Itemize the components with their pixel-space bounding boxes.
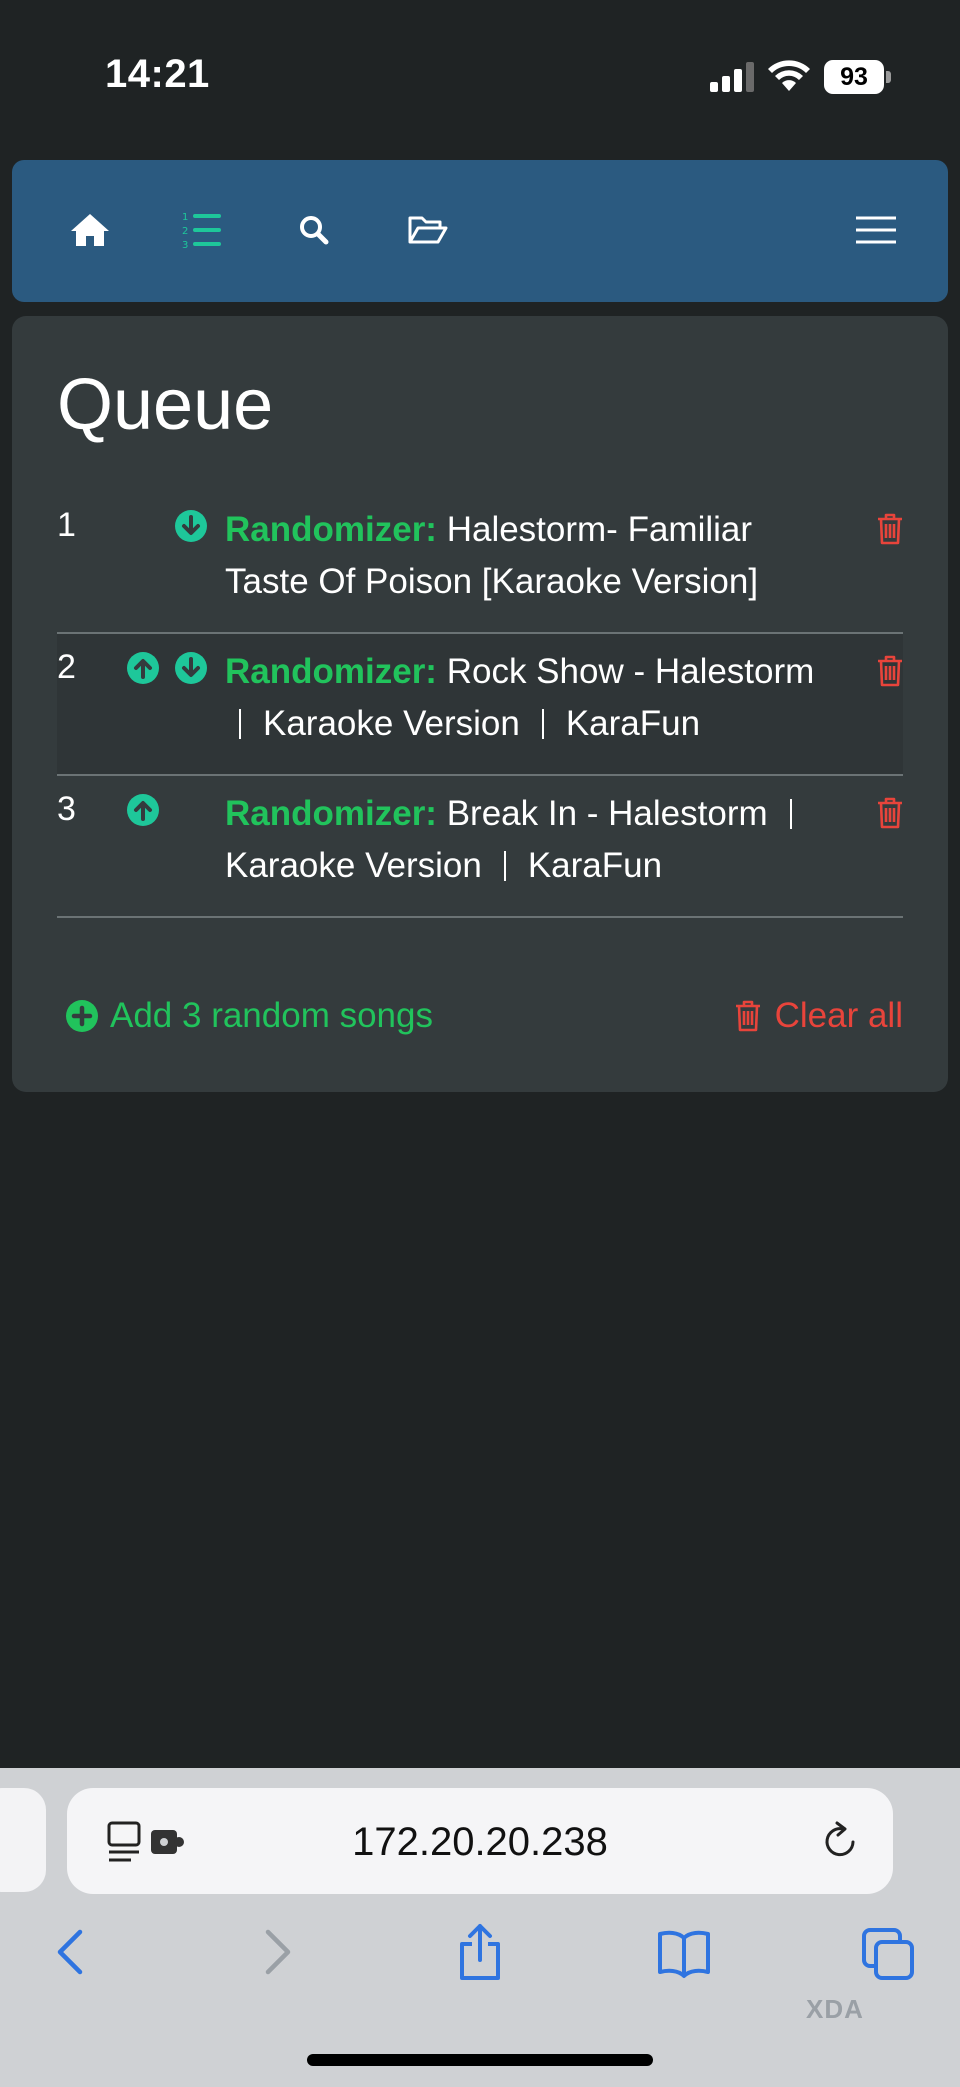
queue-row: 3 Randomizer: Break In - Halestorm Karao… [57, 776, 903, 918]
book-icon [658, 1930, 710, 1978]
wifi-icon [768, 60, 810, 91]
plus-circle-icon [66, 1000, 98, 1032]
trash-icon [878, 797, 902, 829]
page-title: Queue [57, 365, 274, 445]
top-navbar: 1 2 3 [12, 160, 948, 302]
remove-song-button[interactable] [875, 796, 905, 830]
remove-song-button[interactable] [875, 512, 905, 546]
remove-song-button[interactable] [875, 654, 905, 688]
trash-icon [878, 655, 902, 687]
forward-button[interactable] [250, 1922, 306, 1982]
song-title: Randomizer: Break In - Halestorm Karaoke… [225, 788, 825, 892]
chevron-right-icon [265, 1929, 291, 1975]
add-random-songs-label: Add 3 random songs [110, 996, 433, 1035]
address-bar[interactable]: 172.20.20.238 [67, 1788, 893, 1894]
home-icon[interactable] [68, 208, 112, 252]
add-random-songs-button[interactable]: Add 3 random songs [66, 996, 433, 1036]
queue-card: Queue 1 Randomizer: Halestorm- Familiar … [12, 316, 948, 1092]
svg-text:3: 3 [182, 240, 188, 251]
clear-all-label: Clear all [774, 996, 903, 1035]
battery-icon: 93 [824, 60, 892, 94]
reload-icon[interactable] [819, 1820, 861, 1862]
folder-open-icon[interactable] [406, 208, 450, 252]
move-up-button[interactable] [127, 794, 159, 826]
browser-toolbar: 172.20.20.238 [0, 1768, 960, 2087]
home-indicator [307, 2054, 653, 2066]
arrow-circle-down-icon [175, 510, 207, 542]
status-time: 14:21 [105, 52, 210, 96]
tabs-button[interactable] [860, 1922, 916, 1982]
arrow-circle-up-icon [127, 794, 159, 826]
cellular-signal-icon [710, 62, 754, 92]
chevron-left-icon [57, 1929, 83, 1975]
queue-position: 1 [57, 506, 76, 544]
arrow-circle-up-icon [127, 652, 159, 684]
move-down-button[interactable] [175, 652, 207, 684]
queue-row: 1 Randomizer: Halestorm- Familiar Taste … [57, 492, 903, 634]
queue-position: 3 [57, 790, 76, 828]
tabs-icon [862, 1928, 914, 1980]
song-title: Randomizer: Halestorm- Familiar Taste Of… [225, 510, 759, 601]
hamburger-menu-icon[interactable] [854, 208, 898, 252]
arrow-circle-down-icon [175, 652, 207, 684]
trash-icon [878, 513, 902, 545]
share-button[interactable] [452, 1922, 508, 1982]
battery-level: 93 [824, 60, 884, 94]
clear-all-button[interactable]: Clear all [733, 996, 903, 1036]
search-icon[interactable] [292, 208, 336, 252]
xda-watermark: XDA [806, 1994, 864, 2024]
move-up-button[interactable] [127, 652, 159, 684]
status-bar: 14:21 93 [0, 0, 960, 150]
share-icon [460, 1924, 500, 1980]
numbered-list-icon[interactable]: 1 2 3 [180, 208, 224, 252]
song-title: Randomizer: Rock Show - Halestorm Karaok… [225, 652, 815, 743]
previous-tab-preview[interactable] [0, 1788, 46, 1892]
queue-row: 2 Randomizer: Rock Show - Halestorm Kara… [57, 634, 903, 776]
trash-icon [735, 1000, 760, 1032]
queue-position: 2 [57, 648, 76, 686]
move-down-button[interactable] [175, 510, 207, 542]
url-text: 172.20.20.238 [352, 1820, 608, 1864]
bookmarks-button[interactable] [656, 1922, 712, 1982]
svg-text:1: 1 [182, 212, 188, 223]
svg-text:2: 2 [182, 226, 188, 237]
back-button[interactable] [42, 1922, 98, 1982]
